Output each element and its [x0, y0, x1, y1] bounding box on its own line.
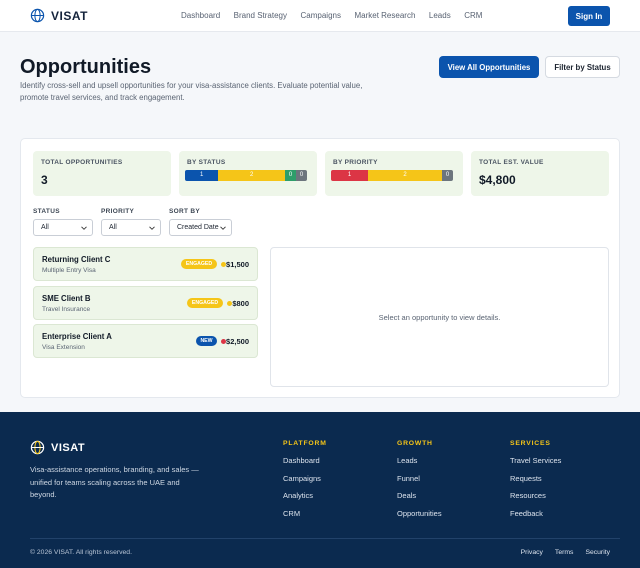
priority-distribution-bar: 1 2 0	[331, 170, 453, 181]
footer-copyright: © 2026 VISAT. All rights reserved.	[30, 549, 132, 556]
footer-divider	[30, 538, 620, 539]
footer-column-title: PLATFORM	[283, 440, 327, 447]
main-nav: Dashboard Brand Strategy Campaigns Marke…	[181, 11, 496, 20]
footer-brand-name: VISAT	[51, 441, 86, 454]
priority-dot	[227, 301, 232, 306]
footer-legal-links: Privacy Terms Security	[509, 549, 610, 556]
footer-link-crm[interactable]: CRM	[283, 509, 327, 518]
stat-total-est-value: TOTAL EST. VALUE $4,800	[471, 151, 609, 196]
priority-segment-high: 1	[331, 170, 368, 181]
detail-empty-message: Select an opportunity to view details.	[378, 313, 501, 322]
status-badge: ENGAGED	[181, 259, 217, 269]
status-filter-select[interactable]: All	[33, 219, 93, 236]
chevron-down-icon	[149, 226, 155, 230]
footer-link-security[interactable]: Security	[585, 549, 610, 556]
brand-name: VISAT	[51, 8, 88, 23]
footer-link-opportunities[interactable]: Opportunities	[397, 509, 442, 518]
footer-link-travel-services[interactable]: Travel Services	[510, 456, 561, 465]
stat-label: TOTAL OPPORTUNITIES	[41, 159, 123, 166]
stat-by-status: BY STATUS 1 2 0 0	[179, 151, 317, 196]
stat-label: TOTAL EST. VALUE	[479, 159, 544, 166]
page-title: Opportunities	[20, 56, 152, 78]
chevron-down-icon	[81, 226, 87, 230]
footer-link-dashboard[interactable]: Dashboard	[283, 456, 327, 465]
stat-label: BY PRIORITY	[333, 159, 378, 166]
opportunity-name: Returning Client C	[42, 255, 111, 264]
site-footer: VISAT Visa-assistance operations, brandi…	[0, 412, 640, 568]
footer-link-campaigns[interactable]: Campaigns	[283, 474, 327, 483]
view-all-opportunities-button[interactable]: View All Opportunities	[439, 56, 539, 78]
chevron-down-icon	[220, 226, 226, 230]
footer-link-terms[interactable]: Terms	[555, 549, 574, 556]
opportunity-card[interactable]: SME Client B Travel Insurance ENGAGED $8…	[33, 286, 258, 320]
opportunity-amount: $800	[232, 299, 249, 308]
opportunity-service: Visa Extension	[42, 344, 85, 351]
footer-link-leads[interactable]: Leads	[397, 456, 442, 465]
status-segment-converted: 0	[284, 170, 296, 181]
nav-leads[interactable]: Leads	[429, 11, 451, 20]
status-badge: NEW	[196, 336, 217, 346]
status-segment-new: 1	[185, 170, 219, 181]
sort-by-value: Created Date	[177, 224, 219, 231]
priority-segment-medium: 2	[368, 170, 442, 181]
footer-link-requests[interactable]: Requests	[510, 474, 561, 483]
footer-column-services: SERVICES Travel Services Requests Resour…	[510, 440, 561, 526]
sort-by-label: SORT BY	[169, 208, 200, 215]
stat-value: 3	[41, 173, 48, 187]
footer-link-resources[interactable]: Resources	[510, 491, 561, 500]
status-filter-label: STATUS	[33, 208, 60, 215]
footer-tagline: Visa-assistance operations, branding, an…	[30, 465, 199, 499]
footer-column-title: SERVICES	[510, 440, 551, 447]
stat-total-opportunities: TOTAL OPPORTUNITIES 3	[33, 151, 171, 196]
footer-link-funnel[interactable]: Funnel	[397, 474, 442, 483]
stat-label: BY STATUS	[187, 159, 226, 166]
status-segment-closed: 0	[295, 170, 307, 181]
status-segment-engaged: 2	[218, 170, 285, 181]
priority-filter-value: All	[109, 224, 117, 231]
sort-by-select[interactable]: Created Date	[169, 219, 232, 236]
footer-link-feedback[interactable]: Feedback	[510, 509, 561, 518]
page-description: Identify cross-sell and upsell opportuni…	[20, 81, 363, 102]
nav-brand-strategy[interactable]: Brand Strategy	[234, 11, 287, 20]
stat-by-priority: BY PRIORITY 1 2 0	[325, 151, 463, 196]
opportunity-service: Travel Insurance	[42, 306, 91, 313]
opportunity-amount: $2,500	[226, 337, 249, 346]
footer-column-growth: GROWTH Leads Funnel Deals Opportunities	[397, 440, 442, 526]
filter-by-status-button[interactable]: Filter by Status	[545, 56, 620, 78]
nav-campaigns[interactable]: Campaigns	[301, 11, 341, 20]
footer-column-platform: PLATFORM Dashboard Campaigns Analytics C…	[283, 440, 327, 526]
globe-icon	[30, 440, 45, 455]
status-filter-value: All	[41, 224, 49, 231]
footer-link-deals[interactable]: Deals	[397, 491, 442, 500]
footer-link-analytics[interactable]: Analytics	[283, 491, 327, 500]
opportunities-panel: TOTAL OPPORTUNITIES 3 BY STATUS 1 2 0 0 …	[20, 138, 620, 398]
nav-market-research[interactable]: Market Research	[354, 11, 415, 20]
opportunity-name: Enterprise Client A	[42, 332, 112, 341]
opportunity-card[interactable]: Enterprise Client A Visa Extension NEW $…	[33, 324, 258, 358]
top-navbar: VISAT Dashboard Brand Strategy Campaigns…	[0, 0, 640, 32]
stat-value: $4,800	[479, 173, 516, 187]
opportunity-name: SME Client B	[42, 294, 91, 303]
opportunity-service: Multiple Entry Visa	[42, 267, 96, 274]
nav-crm[interactable]: CRM	[464, 11, 482, 20]
footer-column-title: GROWTH	[397, 440, 433, 447]
priority-segment-low: 0	[442, 170, 453, 181]
opportunity-amount: $1,500	[226, 260, 249, 269]
brand-logo[interactable]: VISAT	[30, 8, 88, 23]
footer-link-privacy[interactable]: Privacy	[521, 549, 543, 556]
globe-icon	[30, 8, 45, 23]
priority-filter-select[interactable]: All	[101, 219, 161, 236]
footer-brand[interactable]: VISAT	[30, 440, 85, 455]
status-badge: ENGAGED	[187, 298, 223, 308]
status-distribution-bar: 1 2 0 0	[185, 170, 307, 181]
nav-dashboard[interactable]: Dashboard	[181, 11, 220, 20]
opportunity-detail-pane: Select an opportunity to view details.	[270, 247, 609, 387]
sign-in-button[interactable]: Sign In	[568, 6, 610, 26]
priority-filter-label: PRIORITY	[101, 208, 135, 215]
opportunity-card[interactable]: Returning Client C Multiple Entry Visa E…	[33, 247, 258, 281]
